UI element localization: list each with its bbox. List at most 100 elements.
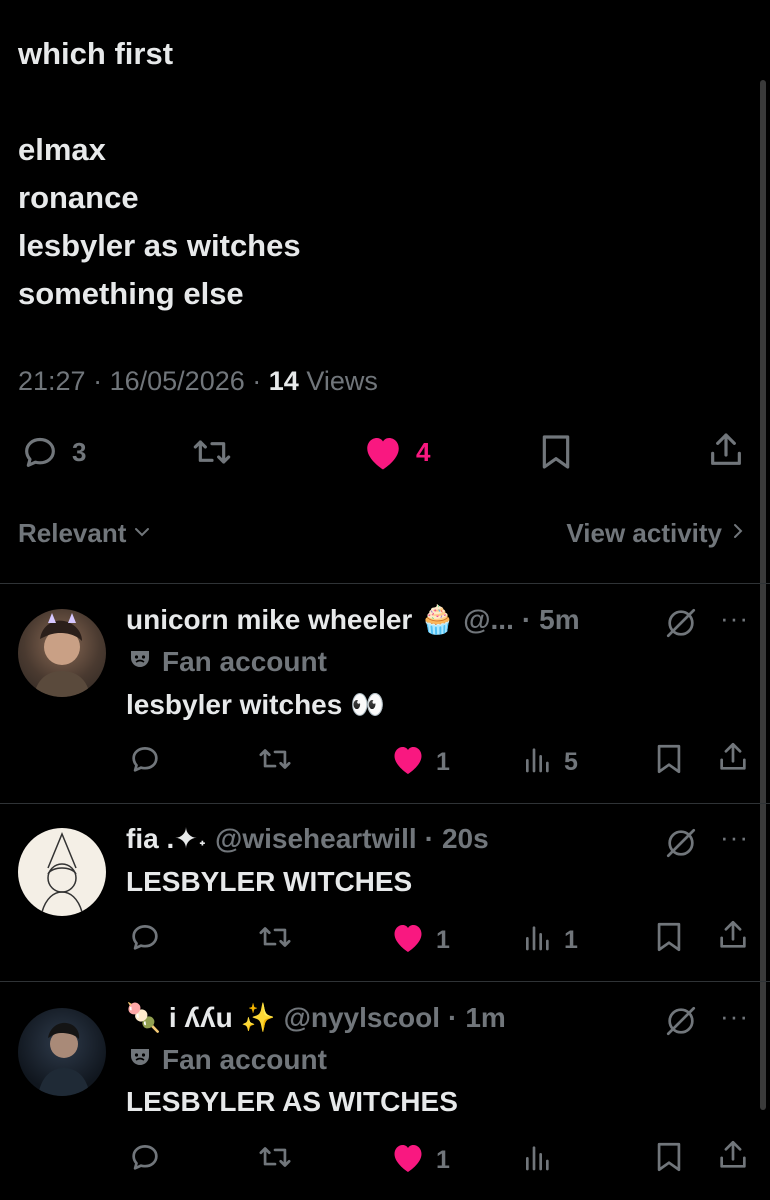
analytics-icon — [522, 742, 554, 783]
repost-button[interactable] — [256, 742, 294, 783]
reply-button[interactable] — [128, 920, 162, 961]
avatar[interactable] — [18, 828, 106, 916]
divider — [0, 981, 770, 982]
views-button[interactable] — [522, 1140, 554, 1181]
fan-account-text: Fan account — [162, 1044, 327, 1075]
separator: · — [448, 1001, 458, 1033]
reply-count: 3 — [72, 436, 87, 467]
repost-button[interactable] — [256, 920, 294, 961]
heart-filled-icon — [390, 1140, 426, 1181]
analytics-icon — [522, 920, 554, 961]
view-activity-label: View activity — [566, 518, 722, 548]
reply-header: unicorn mike wheeler 🧁 @... · 5m — [126, 603, 580, 636]
display-name[interactable]: i ʎʎu — [169, 1002, 233, 1034]
separator: · — [521, 603, 532, 635]
reply-text: lesbyler witches 👀 — [126, 688, 385, 721]
reply-text-body: LESBYLER AS WITCHES — [126, 1086, 458, 1117]
separator: · — [252, 366, 262, 396]
sort-label: Relevant — [18, 518, 127, 548]
reply-header: 🍡 i ʎʎu ✨ @nyylscool · 1m — [126, 1001, 506, 1034]
fan-account-label: Fan account — [128, 646, 327, 678]
bookmark-button[interactable] — [654, 742, 684, 783]
separator: · — [93, 366, 103, 396]
analytics-icon — [522, 1140, 554, 1181]
reply-button[interactable] — [128, 1140, 162, 1181]
like-count: 1 — [436, 926, 450, 954]
like-count: 1 — [436, 1146, 450, 1174]
view-activity-link[interactable]: View activity — [566, 518, 746, 549]
avatar[interactable] — [18, 1008, 106, 1096]
reply-header: fia .✦˖ @wiseheartwill · 20s — [126, 822, 489, 855]
repost-icon — [190, 432, 234, 472]
display-name[interactable]: unicorn mike wheeler — [126, 604, 412, 636]
bookmark-button[interactable] — [654, 1140, 684, 1181]
divider — [0, 803, 770, 804]
more-icon[interactable]: ··· — [720, 822, 749, 853]
share-icon — [706, 430, 746, 470]
reply-button[interactable] — [128, 742, 162, 783]
share-icon — [716, 740, 750, 781]
like-button[interactable]: 1 — [390, 742, 450, 783]
views-button[interactable]: 5 — [522, 742, 578, 783]
scrollbar[interactable] — [760, 80, 766, 1110]
views-count: 14 — [268, 366, 299, 396]
handle[interactable]: @wiseheartwill — [215, 823, 417, 855]
avatar[interactable] — [18, 609, 106, 697]
bookmark-button[interactable] — [654, 920, 684, 961]
views-count: 5 — [564, 748, 578, 776]
sparkle-emoji: ✨ — [240, 1002, 276, 1033]
reply-icon — [128, 1140, 162, 1181]
reply-time[interactable]: 20s — [442, 823, 489, 855]
heart-filled-icon — [362, 432, 404, 472]
dango-emoji: 🍡 — [126, 1002, 161, 1033]
grok-icon[interactable] — [664, 826, 698, 865]
like-button[interactable]: 4 — [362, 432, 430, 472]
grok-icon[interactable] — [664, 1004, 698, 1043]
handle[interactable]: @... — [463, 604, 514, 636]
share-button[interactable] — [716, 740, 750, 781]
reply-text: LESBYLER AS WITCHES — [126, 1086, 458, 1118]
fan-account-label: Fan account — [128, 1044, 327, 1076]
more-icon[interactable]: ··· — [720, 1001, 749, 1032]
divider — [0, 583, 770, 584]
bookmark-button[interactable] — [538, 432, 574, 472]
reply-icon — [20, 432, 60, 472]
display-name[interactable]: fia .✦˖ — [126, 822, 207, 855]
reply-time[interactable]: 5m — [539, 604, 579, 636]
repost-icon — [256, 920, 294, 961]
bookmark-icon — [654, 742, 684, 783]
more-icon[interactable]: ··· — [720, 603, 749, 634]
repost-icon — [256, 742, 294, 783]
post-line — [18, 78, 301, 126]
mask-icon — [128, 1044, 152, 1076]
reply-button[interactable]: 3 — [20, 432, 86, 472]
views-button[interactable]: 1 — [522, 920, 578, 961]
bookmark-icon — [654, 1140, 684, 1181]
post-line: ronance — [18, 180, 139, 215]
handle[interactable]: @nyylscool — [284, 1002, 440, 1034]
like-button[interactable]: 1 — [390, 1140, 450, 1181]
share-button[interactable] — [716, 1138, 750, 1179]
share-button[interactable] — [716, 918, 750, 959]
like-count: 1 — [436, 748, 450, 776]
share-button[interactable] — [706, 430, 746, 470]
post-time: 21:27 — [18, 366, 86, 396]
bookmark-icon — [654, 920, 684, 961]
reply-text-body: LESBYLER WITCHES — [126, 866, 413, 897]
mask-icon — [128, 646, 152, 678]
heart-filled-icon — [390, 742, 426, 783]
sort-dropdown[interactable]: Relevant — [18, 518, 152, 549]
post-text: which first elmax ronance lesbyler as wi… — [18, 30, 301, 318]
like-button[interactable]: 1 — [390, 920, 450, 961]
post-line: which first — [18, 36, 174, 71]
separator: · — [424, 822, 434, 854]
grok-icon[interactable] — [664, 606, 698, 645]
bookmark-icon — [538, 432, 574, 472]
repost-icon — [256, 1140, 294, 1181]
post-date: 16/05/2026 — [109, 366, 245, 396]
reply-text: LESBYLER WITCHES — [126, 866, 412, 898]
post-line: elmax — [18, 132, 106, 167]
reply-time[interactable]: 1m — [465, 1002, 505, 1034]
repost-button[interactable] — [256, 1140, 294, 1181]
repost-button[interactable] — [190, 432, 234, 472]
